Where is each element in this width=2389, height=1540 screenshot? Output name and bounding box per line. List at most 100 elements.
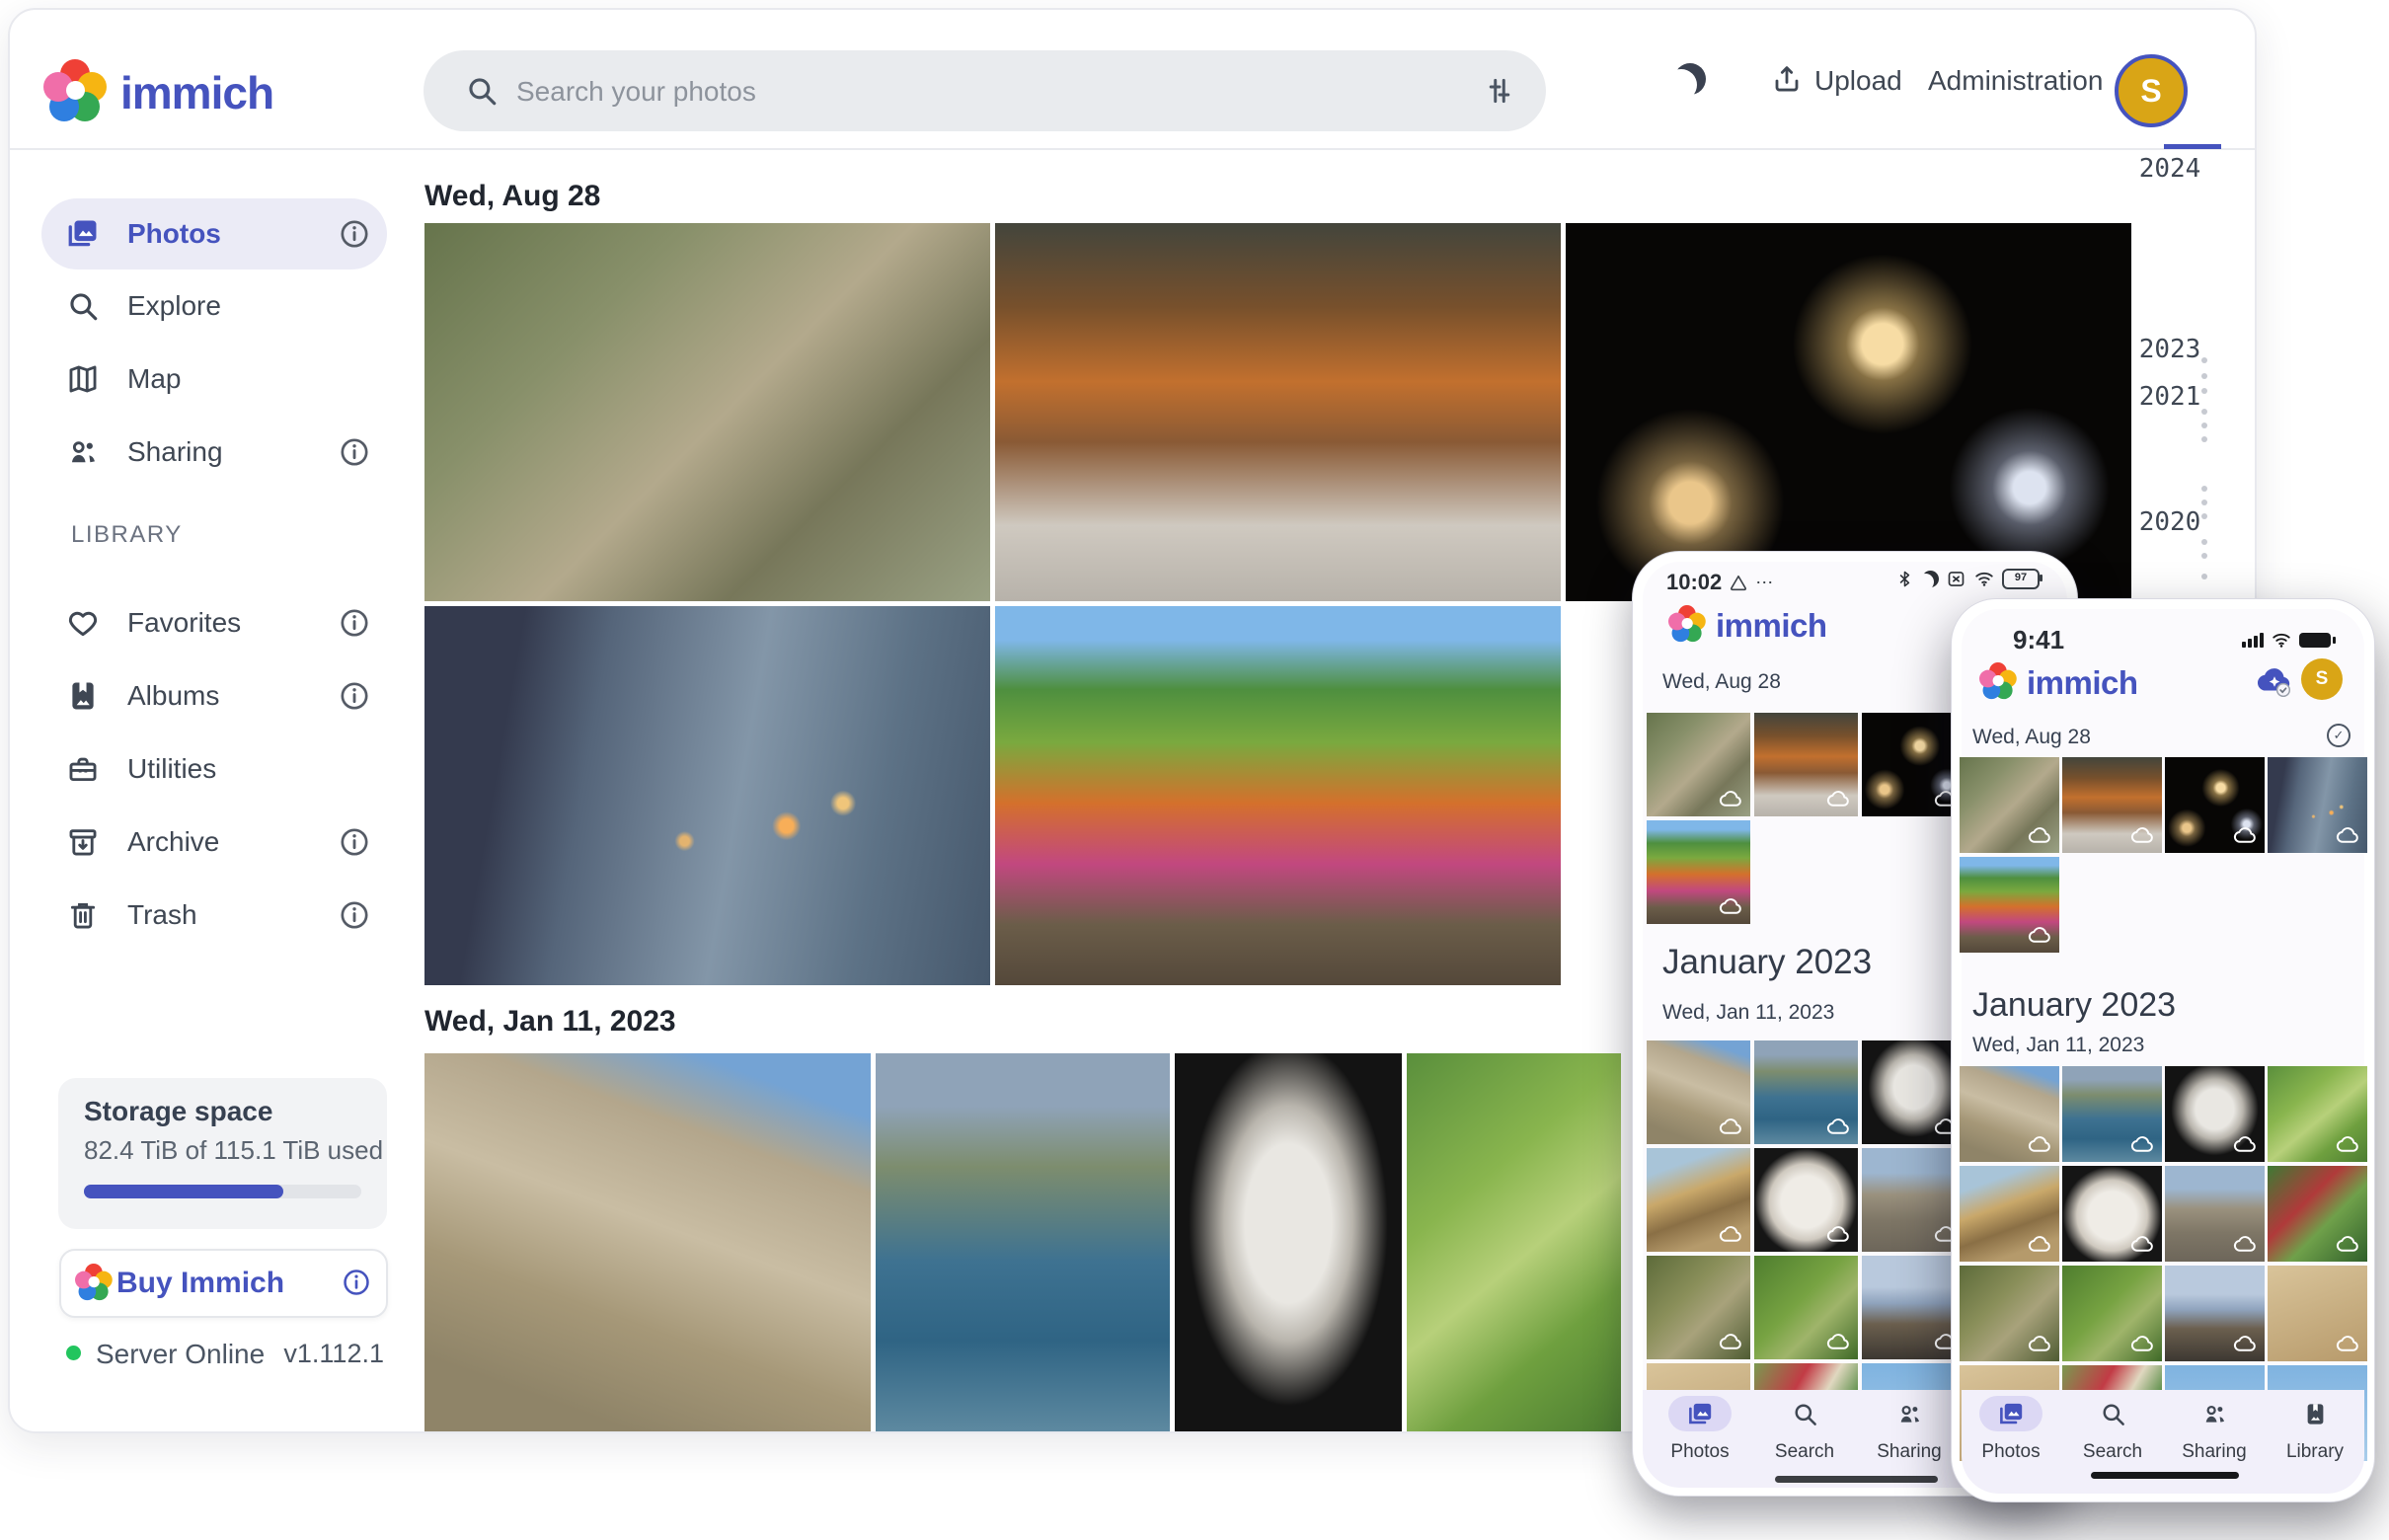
nav-photos[interactable]: Photos	[1969, 1401, 2052, 1463]
thumb-lizard[interactable]	[1647, 1256, 1750, 1359]
photo-dinner-table[interactable]	[995, 223, 1561, 601]
storage-space-card: Storage space 82.4 TiB of 115.1 TiB used	[58, 1078, 387, 1229]
scrubber-year[interactable]: 2021	[2132, 382, 2207, 412]
nav-search[interactable]: Search	[2071, 1401, 2154, 1463]
thumb-lizard-moss[interactable]	[1754, 1256, 1858, 1359]
thumb-autumn[interactable]	[1647, 820, 1750, 924]
cloud-sync-icon[interactable]	[2256, 662, 2293, 700]
thumb-beach-sand[interactable]	[2268, 1266, 2367, 1361]
header-divider	[10, 148, 2255, 150]
photo-holding-hands[interactable]	[424, 606, 990, 985]
sidebar-item-utilities[interactable]: Utilities	[41, 733, 387, 805]
scrubber-year[interactable]: 2024	[2132, 154, 2207, 184]
upload-label: Upload	[1814, 65, 1902, 97]
thumb-dinner[interactable]	[1754, 713, 1858, 816]
photo-coastal-bay[interactable]	[876, 1053, 1170, 1431]
phone-status-right	[2242, 629, 2331, 651]
thumb-lizard-moss[interactable]	[2062, 1266, 2162, 1361]
scrubber-year[interactable]: 2020	[2132, 507, 2207, 537]
nav-label: Library	[2273, 1441, 2356, 1463]
info-icon[interactable]	[338, 898, 371, 932]
sidebar-item-trash[interactable]: Trash	[41, 880, 387, 951]
select-all-check-icon[interactable]: ✓	[2327, 724, 2350, 747]
sidebar-item-favorites[interactable]: Favorites	[41, 587, 387, 658]
nav-label: Sharing	[1868, 1441, 1951, 1463]
sidebar-item-sharing[interactable]: Sharing	[41, 417, 387, 488]
thumb-castle[interactable]	[1647, 1040, 1750, 1144]
search-input[interactable]	[514, 50, 1466, 133]
immich-logo-text: immich	[2027, 664, 2138, 702]
search-icon	[465, 74, 499, 108]
sidebar-item-explore[interactable]: Explore	[41, 270, 387, 342]
info-icon[interactable]	[338, 606, 371, 640]
toolbox-icon	[66, 752, 100, 786]
thumb-monkeys[interactable]	[1647, 713, 1750, 816]
filter-sliders-icon[interactable]	[1483, 74, 1516, 108]
photo-monkeys-zoo[interactable]	[424, 223, 990, 601]
info-icon[interactable]	[338, 825, 371, 859]
thumb-autumn[interactable]	[1960, 857, 2059, 953]
photo-green-berries[interactable]	[1407, 1053, 1621, 1431]
phone-status-right: 97	[1894, 568, 2040, 589]
thumb-beach-cliff[interactable]	[1960, 1166, 2059, 1262]
date-group-heading: Wed, Aug 28	[1972, 726, 2091, 749]
sidebar-item-map[interactable]: Map	[41, 344, 387, 415]
home-indicator[interactable]	[2091, 1472, 2239, 1479]
thumb-berries[interactable]	[2268, 1066, 2367, 1162]
info-icon[interactable]	[338, 217, 371, 251]
info-icon[interactable]	[338, 435, 371, 469]
search-icon	[2100, 1401, 2126, 1427]
administration-link[interactable]: Administration	[1928, 65, 2103, 97]
thumb-monkeys[interactable]	[1960, 757, 2059, 853]
nav-photos[interactable]: Photos	[1658, 1401, 1741, 1463]
dark-mode-toggle-moon-icon[interactable]	[1674, 63, 1706, 95]
buy-immich-button[interactable]: Buy Immich	[59, 1249, 388, 1318]
photos-icon	[66, 217, 100, 251]
thumb-sculpture[interactable]	[2062, 1166, 2162, 1262]
photo-fireworks[interactable]	[1566, 223, 2131, 601]
info-icon[interactable]	[338, 679, 371, 713]
thumb-castle[interactable]	[1960, 1066, 2059, 1162]
sidebar-item-archive[interactable]: Archive	[41, 807, 387, 878]
photos-icon	[1998, 1401, 2025, 1427]
photo-autumn-path[interactable]	[995, 606, 1561, 985]
photo-marble-bust[interactable]	[1175, 1053, 1402, 1431]
thumb-coast[interactable]	[2062, 1066, 2162, 1162]
thumb-beach-cliff[interactable]	[1647, 1148, 1750, 1252]
month-heading: January 2023	[1662, 943, 1872, 982]
thumb-bust[interactable]	[2165, 1066, 2265, 1162]
status-time: 10:02	[1666, 570, 1722, 595]
thumb-dinner[interactable]	[2062, 757, 2162, 853]
nav-search[interactable]: Search	[1763, 1401, 1846, 1463]
nav-label: Photos	[1969, 1441, 2052, 1463]
sidebar-item-label: Albums	[127, 680, 219, 712]
user-avatar[interactable]: S	[2115, 54, 2188, 127]
signal-bars-icon	[2242, 633, 2264, 648]
thumb-ruin-wall[interactable]	[2165, 1166, 2265, 1262]
thumb-sculpture[interactable]	[1754, 1148, 1858, 1252]
nav-library[interactable]: Library	[2273, 1401, 2356, 1463]
user-avatar[interactable]: S	[2301, 658, 2343, 700]
upload-button[interactable]: Upload	[1771, 61, 1949, 101]
thumb-hands[interactable]	[2268, 757, 2367, 853]
thumb-lizard[interactable]	[1960, 1266, 2059, 1361]
sidebar-item-albums[interactable]: Albums	[41, 660, 387, 732]
scrubber-year[interactable]: 2023	[2132, 335, 2207, 364]
page: immich Upload Administration S Photos Ex…	[0, 0, 2389, 1540]
thumb-decorated-tree[interactable]	[2268, 1166, 2367, 1262]
sidebar-item-photos[interactable]: Photos	[41, 198, 387, 270]
thumb-winter-church[interactable]	[2165, 1266, 2265, 1361]
date-group-heading: Wed, Jan 11, 2023	[1972, 1034, 2144, 1057]
search-bar[interactable]	[424, 50, 1546, 131]
nav-sharing[interactable]: Sharing	[2173, 1401, 2256, 1463]
thumb-fireworks[interactable]	[2165, 757, 2265, 853]
avatar-initial: S	[2316, 668, 2329, 690]
info-icon[interactable]	[341, 1267, 372, 1298]
home-indicator[interactable]	[1775, 1476, 1938, 1483]
nav-sharing[interactable]: Sharing	[1868, 1401, 1951, 1463]
thumb-coast[interactable]	[1754, 1040, 1858, 1144]
immich-logo-icon	[43, 59, 107, 122]
photo-castle-walls[interactable]	[424, 1053, 871, 1431]
avatar-initial: S	[2140, 73, 2161, 110]
storage-title: Storage space	[84, 1096, 272, 1127]
